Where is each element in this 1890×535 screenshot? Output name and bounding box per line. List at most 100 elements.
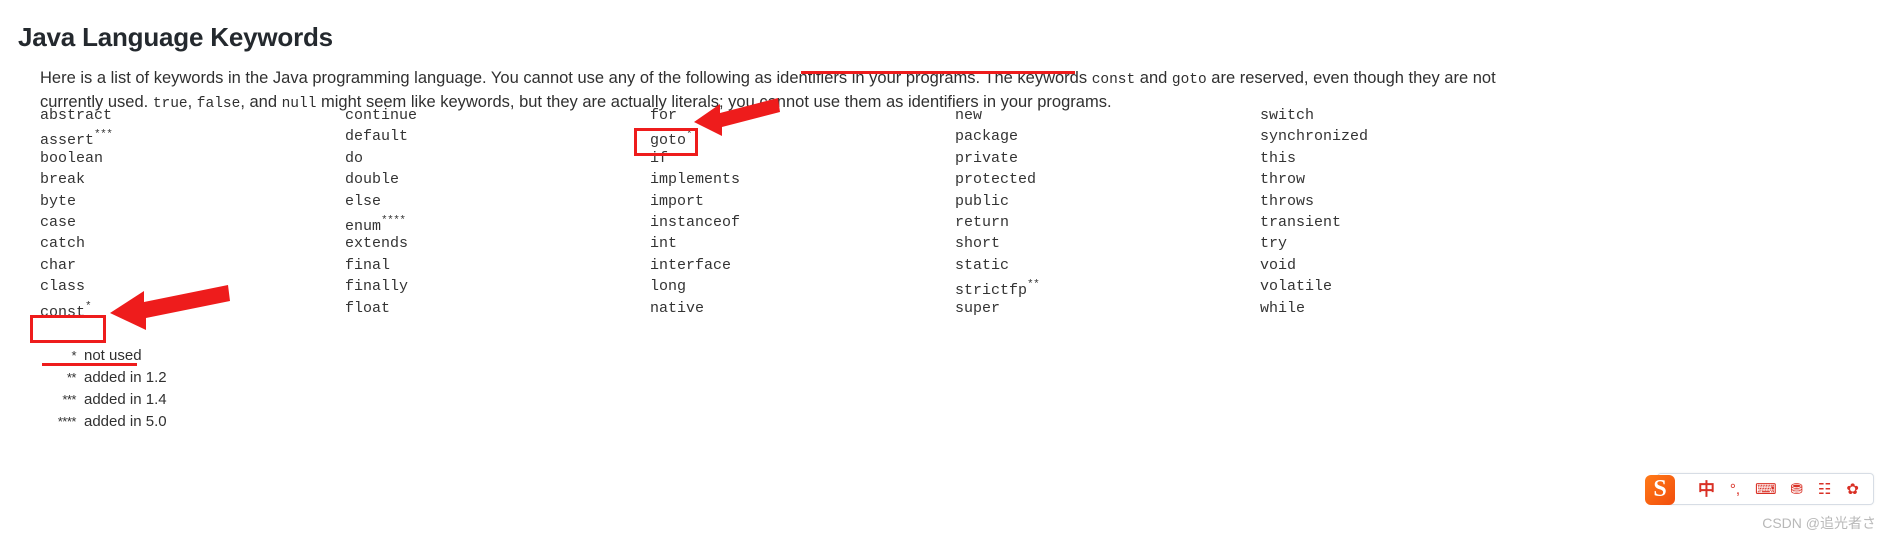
keyword-label: super xyxy=(955,299,1001,317)
keyword-assert: assert*** xyxy=(40,126,345,149)
keyword-static: static xyxy=(955,255,1260,276)
footnote-marker: *** xyxy=(62,392,76,407)
keyword-native: native xyxy=(650,298,955,319)
keyword-label: public xyxy=(955,192,1010,210)
keyword-double: double xyxy=(345,169,650,190)
keyword-label: interface xyxy=(650,256,732,274)
keyword-extends: extends xyxy=(345,233,650,254)
keyword-label: void xyxy=(1260,256,1297,274)
keyword-label: new xyxy=(955,107,983,124)
keyword-label: protected xyxy=(955,171,1037,189)
keyword-continue: continue xyxy=(345,105,650,126)
keyword-label: private xyxy=(955,149,1019,167)
keyword-const-inline: const xyxy=(1091,71,1136,88)
keyword-label: final xyxy=(345,256,391,274)
keyword-instanceof: instanceof xyxy=(650,212,955,233)
keyword-final: final xyxy=(345,255,650,276)
keyword-label: boolean xyxy=(40,149,104,167)
keyword-label: transient xyxy=(1260,213,1342,231)
keyword-while: while xyxy=(1260,298,1565,319)
keyword-label: long xyxy=(650,278,687,296)
keyword-label: throw xyxy=(1260,171,1306,189)
keyword-label: short xyxy=(955,235,1001,253)
keyword-label: continue xyxy=(345,107,418,124)
keyword-label: synchronized xyxy=(1260,128,1369,146)
keyword-super: super xyxy=(955,298,1260,319)
footnotes-list: * not used ** added in 1.2 *** added in 1.4 **… xyxy=(36,345,167,433)
keyword-label: this xyxy=(1260,149,1297,167)
keyword-label: for xyxy=(650,107,678,124)
keyword-label: switch xyxy=(1260,107,1315,124)
keyword-label: native xyxy=(650,299,705,317)
keyword-label: double xyxy=(345,171,400,189)
keyword-interface: interface xyxy=(650,255,955,276)
keyword-case: case xyxy=(40,212,345,233)
footnote-text: added in 1.4 xyxy=(84,391,167,408)
keyword-catch: catch xyxy=(40,233,345,254)
keyword-default: default xyxy=(345,126,650,147)
keyword-transient: transient xyxy=(1260,212,1565,233)
keyword-label: try xyxy=(1260,235,1288,253)
keyword-label: while xyxy=(1260,299,1306,317)
keyword-package: package xyxy=(955,126,1260,147)
skin-settings-icon[interactable]: ✿ xyxy=(1845,478,1861,500)
keyword-throws: throws xyxy=(1260,191,1565,212)
keyword-label: byte xyxy=(40,192,77,210)
ime-toolbar[interactable]: S 中 °, ⌨ ⛃ ☷ ✿ xyxy=(1645,473,1874,505)
keyword-label: int xyxy=(650,235,678,253)
input-mode-chinese-icon[interactable]: 中 xyxy=(1698,478,1715,500)
keyword-private: private xyxy=(955,148,1260,169)
keyword-label: implements xyxy=(650,171,741,189)
keyword-float: float xyxy=(345,298,650,319)
user-account-icon[interactable]: ⛃ xyxy=(1789,478,1805,500)
footnote-text: added in 1.2 xyxy=(84,369,167,386)
punctuation-mode-icon[interactable]: °, xyxy=(1727,478,1743,500)
keyword-label: catch xyxy=(40,235,86,253)
footnote-marker: **** xyxy=(57,414,77,429)
keyword-void: void xyxy=(1260,255,1565,276)
keyword-label: import xyxy=(650,192,705,210)
keyword-label: finally xyxy=(345,278,409,296)
intro-text-part-2: and xyxy=(1135,68,1172,87)
keyword-synchronized: synchronized xyxy=(1260,126,1565,147)
keyword-label: char xyxy=(40,256,77,274)
keyword-try: try xyxy=(1260,233,1565,254)
footnote-item: **** added in 5.0 xyxy=(36,411,167,433)
highlight-box-goto xyxy=(634,128,698,156)
keyword-footnote-marker: ** xyxy=(1027,279,1040,292)
keyword-footnote-marker: **** xyxy=(381,214,406,227)
keyword-short: short xyxy=(955,233,1260,254)
highlight-box-const xyxy=(30,315,106,343)
keyword-new: new xyxy=(955,105,1260,126)
keyword-label: return xyxy=(955,213,1010,231)
keyword-break: break xyxy=(40,169,345,190)
keyword-label: package xyxy=(955,128,1019,146)
keyword-column-5: switch synchronized this throw throws transie… xyxy=(1260,105,1565,319)
keyword-label: static xyxy=(955,256,1010,274)
keyword-label: float xyxy=(345,299,391,317)
keyword-label: extends xyxy=(345,235,409,253)
keyword-finally: finally xyxy=(345,276,650,297)
keyword-abstract: abstract xyxy=(40,105,345,126)
keyword-label: do xyxy=(345,149,364,167)
keyword-goto-inline: goto xyxy=(1171,71,1207,88)
keyword-boolean: boolean xyxy=(40,148,345,169)
keyword-label: else xyxy=(345,192,382,210)
watermark-text: CSDN @追光者さ xyxy=(1762,515,1876,531)
keyword-byte: byte xyxy=(40,191,345,212)
keyword-char: char xyxy=(40,255,345,276)
keyword-long: long xyxy=(650,276,955,297)
keyword-footnote-marker: *** xyxy=(94,129,113,142)
keyword-public: public xyxy=(955,191,1260,212)
keyword-switch: switch xyxy=(1260,105,1565,126)
keyword-strictfp: strictfp** xyxy=(955,276,1260,299)
keyword-else: else xyxy=(345,191,650,212)
keyword-return: return xyxy=(955,212,1260,233)
keyword-label: case xyxy=(40,213,77,231)
keyword-import: import xyxy=(650,191,955,212)
soft-keyboard-icon[interactable]: ⌨ xyxy=(1755,478,1777,500)
keyword-throw: throw xyxy=(1260,169,1565,190)
keyword-do: do xyxy=(345,148,650,169)
toolbox-grid-icon[interactable]: ☷ xyxy=(1817,478,1833,500)
keyword-volatile: volatile xyxy=(1260,276,1565,297)
